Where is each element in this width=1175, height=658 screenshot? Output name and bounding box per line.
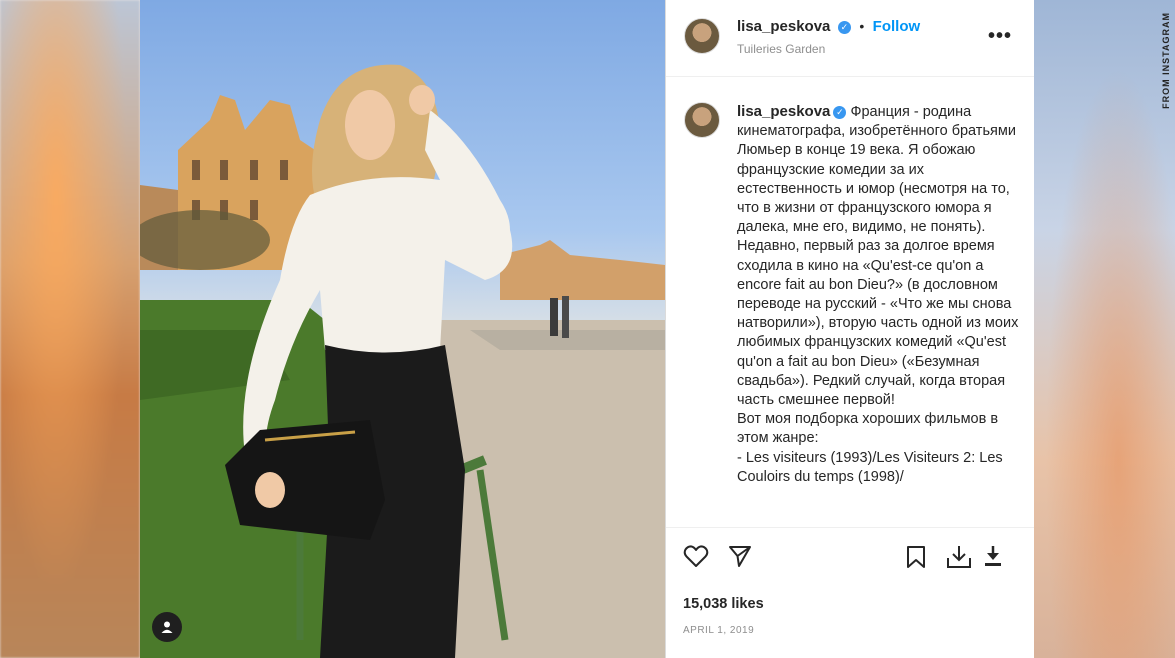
follow-button[interactable]: Follow (873, 18, 921, 35)
photo-illustration (140, 64, 665, 658)
action-bar (666, 527, 1034, 588)
user-icon (161, 621, 173, 633)
tagged-users-button[interactable] (152, 612, 182, 642)
author-avatar[interactable] (684, 18, 720, 54)
header-title-row: lisa_peskova ✓ • Follow (737, 18, 920, 36)
download-arrow-icon (985, 546, 1001, 566)
caption-author-avatar[interactable] (684, 102, 720, 138)
caption-username[interactable]: lisa_peskova (737, 103, 830, 120)
bookmark-icon (907, 546, 925, 568)
like-button[interactable] (683, 544, 709, 573)
paper-plane-icon (729, 546, 751, 567)
post-photo[interactable] (140, 0, 665, 658)
post-caption: lisa_peskova ✓ Франция - родина кинематог… (737, 102, 1019, 487)
post-header: lisa_peskova ✓ • Follow Tuileries Garden… (666, 0, 1034, 77)
post-date: APRIL 1, 2019 (683, 625, 755, 636)
likes-count[interactable]: 15,038 likes (683, 596, 764, 612)
blurred-background-right (1033, 0, 1175, 658)
download-alt-button[interactable] (984, 545, 1002, 572)
post-side-panel: lisa_peskova ✓ • Follow Tuileries Garden… (665, 0, 1034, 658)
verified-badge-icon: ✓ (833, 106, 847, 119)
post-location[interactable]: Tuileries Garden (737, 42, 825, 56)
author-username[interactable]: lisa_peskova (737, 18, 830, 35)
more-options-button[interactable]: ••• (988, 25, 1012, 48)
heart-icon (683, 545, 709, 567)
image-credit: FROM INSTAGRAM (1161, 12, 1171, 109)
verified-badge-icon: ✓ (837, 21, 851, 34)
more-options-icon: ••• (987, 25, 1012, 47)
blurred-background-left (0, 0, 140, 658)
header-separator: • (859, 18, 865, 34)
caption-text: Франция - родина кинематографа, изобретё… (737, 104, 1019, 485)
save-button[interactable] (905, 545, 927, 574)
download-button[interactable] (945, 544, 973, 575)
download-icon (947, 546, 971, 568)
share-button[interactable] (728, 544, 752, 573)
caption-area: lisa_peskova ✓ Франция - родина кинематог… (666, 76, 1034, 526)
